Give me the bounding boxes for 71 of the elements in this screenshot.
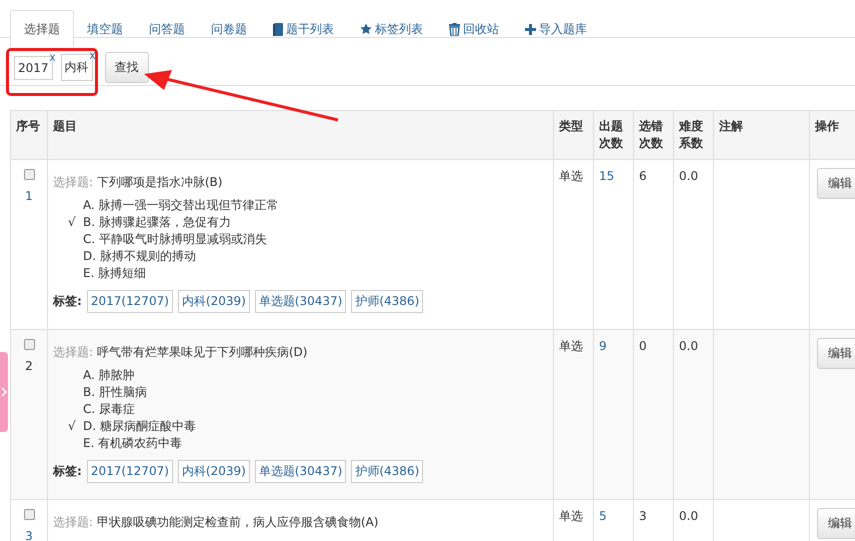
row-number[interactable]: 1 bbox=[16, 188, 42, 205]
tags-label: 标签: bbox=[53, 463, 82, 480]
row-number[interactable]: 2 bbox=[16, 358, 42, 375]
table-cell: 单选 bbox=[559, 509, 583, 523]
table-cell: 0.0 bbox=[679, 509, 698, 523]
tab[interactable]: 选择题 bbox=[10, 10, 74, 48]
answer-option: D. 脉搏不规则的搏动 bbox=[83, 249, 196, 263]
plus-icon bbox=[525, 24, 536, 34]
column-header: 类型 bbox=[559, 119, 583, 133]
answer-option: B. 脉搏骤起骤落，急促有力 bbox=[83, 215, 231, 229]
question-text: 选择题: 呼气带有烂苹果味见于下列哪种疾病(D) bbox=[53, 344, 308, 361]
tab[interactable]: 标签列表 bbox=[347, 10, 436, 48]
answer-option: A. 脉搏一强一弱交替出现但节律正常 bbox=[83, 198, 279, 212]
column-header: 难度系数 bbox=[679, 119, 703, 150]
table-cell: 0 bbox=[639, 339, 647, 353]
table-cell: 0.0 bbox=[679, 339, 698, 353]
question-text: 选择题: 下列哪项是指水冲脉(B) bbox=[53, 174, 224, 191]
answer-option: C. 平静吸气时脉搏明显减弱或消失 bbox=[83, 232, 268, 246]
remove-link[interactable]: X bbox=[89, 53, 96, 62]
tab[interactable]: 填空题 bbox=[74, 10, 136, 48]
column-header: 选错次数 bbox=[639, 119, 663, 150]
answer-option: C. 尿毒症 bbox=[83, 402, 136, 416]
row-checkbox[interactable] bbox=[24, 339, 34, 350]
star-icon bbox=[360, 23, 372, 35]
filter-tag: 2017 X bbox=[14, 56, 53, 80]
answer-option: D. 糖尿病酮症酸中毒 bbox=[83, 419, 196, 433]
column-header: 题目 bbox=[53, 119, 77, 133]
tags-label: 标签: bbox=[53, 293, 82, 310]
side-tab[interactable] bbox=[0, 352, 8, 432]
column-header: 出题次数 bbox=[599, 119, 623, 150]
tab[interactable]: 题干列表 bbox=[260, 10, 347, 48]
edit-button[interactable]: 编辑 bbox=[817, 168, 855, 199]
tag-link[interactable]: 护师(4386) bbox=[351, 460, 424, 483]
question-text: 选择题: 甲状腺吸碘功能测定检查前，病人应停服含碘食物(A) bbox=[53, 514, 380, 531]
tab[interactable]: 导入题库 bbox=[512, 10, 600, 48]
edit-button[interactable]: 编辑 bbox=[817, 338, 855, 369]
tab[interactable]: 回收站 bbox=[436, 10, 512, 48]
edit-button[interactable]: 编辑 bbox=[817, 508, 855, 539]
tag-link[interactable]: 内科(2039) bbox=[178, 290, 250, 313]
tab[interactable]: 问卷题 bbox=[198, 10, 260, 48]
table-cell: 3 bbox=[639, 509, 647, 523]
search-button[interactable]: 查找 bbox=[104, 52, 149, 83]
table-cell: 6 bbox=[639, 169, 647, 183]
correct-mark: √ bbox=[68, 418, 76, 435]
trash-icon bbox=[449, 22, 460, 36]
answer-option: E. 有机磷农药中毒 bbox=[83, 436, 182, 450]
tab[interactable]: 问答题 bbox=[136, 10, 198, 48]
tag-link[interactable]: 2017(12707) bbox=[86, 460, 173, 483]
table-cell: 0.0 bbox=[679, 169, 698, 183]
answer-option: E. 脉搏短细 bbox=[83, 266, 146, 280]
answer-option: A. 肺脓肿 bbox=[83, 368, 135, 382]
table-cell: 5 bbox=[599, 509, 607, 523]
tag-link[interactable]: 2017(12707) bbox=[86, 290, 173, 313]
tag-link[interactable]: 单选题(30437) bbox=[254, 460, 346, 483]
table-cell: 单选 bbox=[559, 339, 583, 353]
row-checkbox[interactable] bbox=[24, 509, 34, 520]
tag-link[interactable]: 单选题(30437) bbox=[254, 290, 346, 313]
tag-link[interactable]: 护师(4386) bbox=[351, 290, 424, 313]
column-header: 注解 bbox=[719, 119, 743, 133]
row-checkbox[interactable] bbox=[24, 169, 34, 180]
column-header: 操作 bbox=[815, 119, 839, 133]
filter-tag: 内科 X bbox=[60, 54, 93, 81]
answer-option: B. 肝性脑病 bbox=[83, 385, 147, 399]
table-cell: 15 bbox=[599, 169, 614, 183]
tag-link[interactable]: 内科(2039) bbox=[178, 460, 250, 483]
table-cell: 9 bbox=[599, 339, 607, 353]
column-header: 序号 bbox=[16, 119, 40, 133]
book-icon bbox=[273, 22, 283, 36]
remove-link[interactable]: X bbox=[49, 54, 56, 64]
table-cell: 单选 bbox=[559, 169, 583, 183]
correct-mark: √ bbox=[68, 214, 76, 231]
